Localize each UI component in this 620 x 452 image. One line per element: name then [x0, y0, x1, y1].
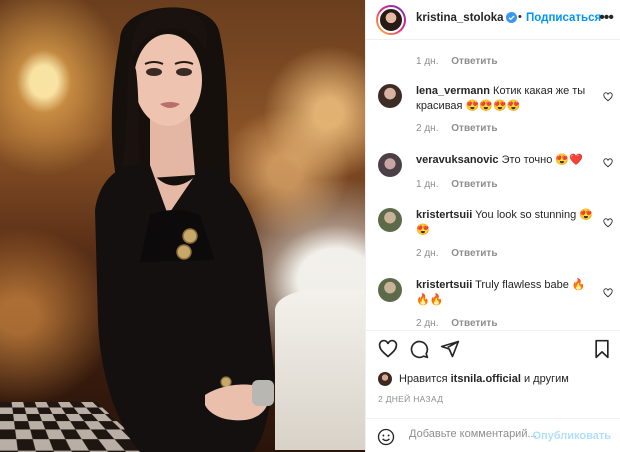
likes-prefix: Нравится: [399, 373, 448, 385]
heart-icon[interactable]: [378, 339, 398, 359]
heart-icon[interactable]: [603, 218, 613, 228]
likes-text: Нравится itsnila.official и другим: [399, 373, 569, 385]
comment-text: veravuksanovic Это точно 😍❤️: [416, 153, 596, 168]
post-side-panel: kristina_stoloka • Подписаться ••• 1 дн.…: [365, 0, 620, 452]
heart-icon[interactable]: [603, 92, 613, 102]
comment-meta: 1 дн. Ответить: [416, 56, 497, 67]
comment-avatar[interactable]: [378, 208, 402, 232]
comment-emoji: 😍❤️: [555, 154, 583, 166]
reply-button[interactable]: Ответить: [451, 179, 497, 190]
post-date[interactable]: 2 ДНЕЙ НАЗАД: [378, 394, 443, 404]
comment-text: lena_vermann Котик какая же ты красивая …: [416, 84, 596, 114]
comments-list[interactable]: 1 дн. Ответить lena_vermann Котик какая …: [366, 41, 620, 329]
comment-meta: 2 дн. Ответить: [416, 318, 497, 329]
comment-avatar[interactable]: [378, 153, 402, 177]
reply-button[interactable]: Ответить: [451, 248, 497, 259]
author-username[interactable]: kristina_stoloka: [416, 12, 504, 24]
smile-icon[interactable]: [377, 428, 395, 446]
comment-emoji: 😍😍😍😍: [465, 100, 521, 112]
heart-icon[interactable]: [603, 158, 613, 168]
add-comment-input[interactable]: [409, 428, 539, 440]
reply-button[interactable]: Ответить: [451, 56, 497, 67]
follow-button[interactable]: Подписаться: [526, 12, 601, 24]
liker-username[interactable]: itsnila.official: [451, 373, 521, 385]
publish-button[interactable]: Опубликовать: [532, 430, 611, 442]
comment-meta: 2 дн. Ответить: [416, 123, 497, 134]
comment-time: 2 дн.: [416, 318, 439, 329]
comment-time: 2 дн.: [416, 248, 439, 259]
comment-avatar[interactable]: [378, 278, 402, 302]
comment-time: 2 дн.: [416, 123, 439, 134]
comment-body: Truly flawless babe: [475, 279, 569, 291]
verified-badge-icon: [506, 12, 517, 23]
post-actions: [366, 330, 620, 366]
share-icon[interactable]: [440, 339, 460, 359]
comment-username[interactable]: kristertsuii: [416, 209, 472, 221]
comment-body: You look so stunning: [475, 209, 577, 221]
comment-meta: 1 дн. Ответить: [416, 179, 497, 190]
comment-text: kristertsuii You look so stunning 😍😍: [416, 208, 596, 238]
post-photo[interactable]: [0, 0, 365, 452]
likes-suffix[interactable]: и другим: [524, 373, 569, 385]
comment-username[interactable]: veravuksanovic: [416, 154, 499, 166]
woman-portrait: [95, 7, 275, 452]
liker-avatar[interactable]: [378, 372, 392, 386]
comment-username[interactable]: kristertsuii: [416, 279, 472, 291]
comment-icon[interactable]: [409, 339, 429, 359]
post-header: kristina_stoloka • Подписаться •••: [366, 0, 620, 40]
comment-username[interactable]: lena_vermann: [416, 85, 490, 97]
likes-summary: Нравится itsnila.official и другим: [378, 370, 618, 388]
more-icon[interactable]: •••: [599, 9, 614, 27]
heart-icon[interactable]: [603, 288, 613, 298]
author-avatar[interactable]: [376, 5, 406, 35]
comment-avatar[interactable]: [378, 84, 402, 108]
comment-text: kristertsuii Truly flawless babe 🔥🔥🔥: [416, 278, 596, 308]
comment-meta: 2 дн. Ответить: [416, 248, 497, 259]
comment-body: Это точно: [501, 154, 553, 166]
separator-dot: •: [518, 11, 522, 23]
reply-button[interactable]: Ответить: [451, 123, 497, 134]
reply-button[interactable]: Ответить: [451, 318, 497, 329]
comment-time: 1 дн.: [416, 56, 439, 67]
comment-time: 1 дн.: [416, 179, 439, 190]
add-comment-bar: Опубликовать: [366, 418, 620, 452]
bookmark-icon[interactable]: [592, 339, 612, 359]
